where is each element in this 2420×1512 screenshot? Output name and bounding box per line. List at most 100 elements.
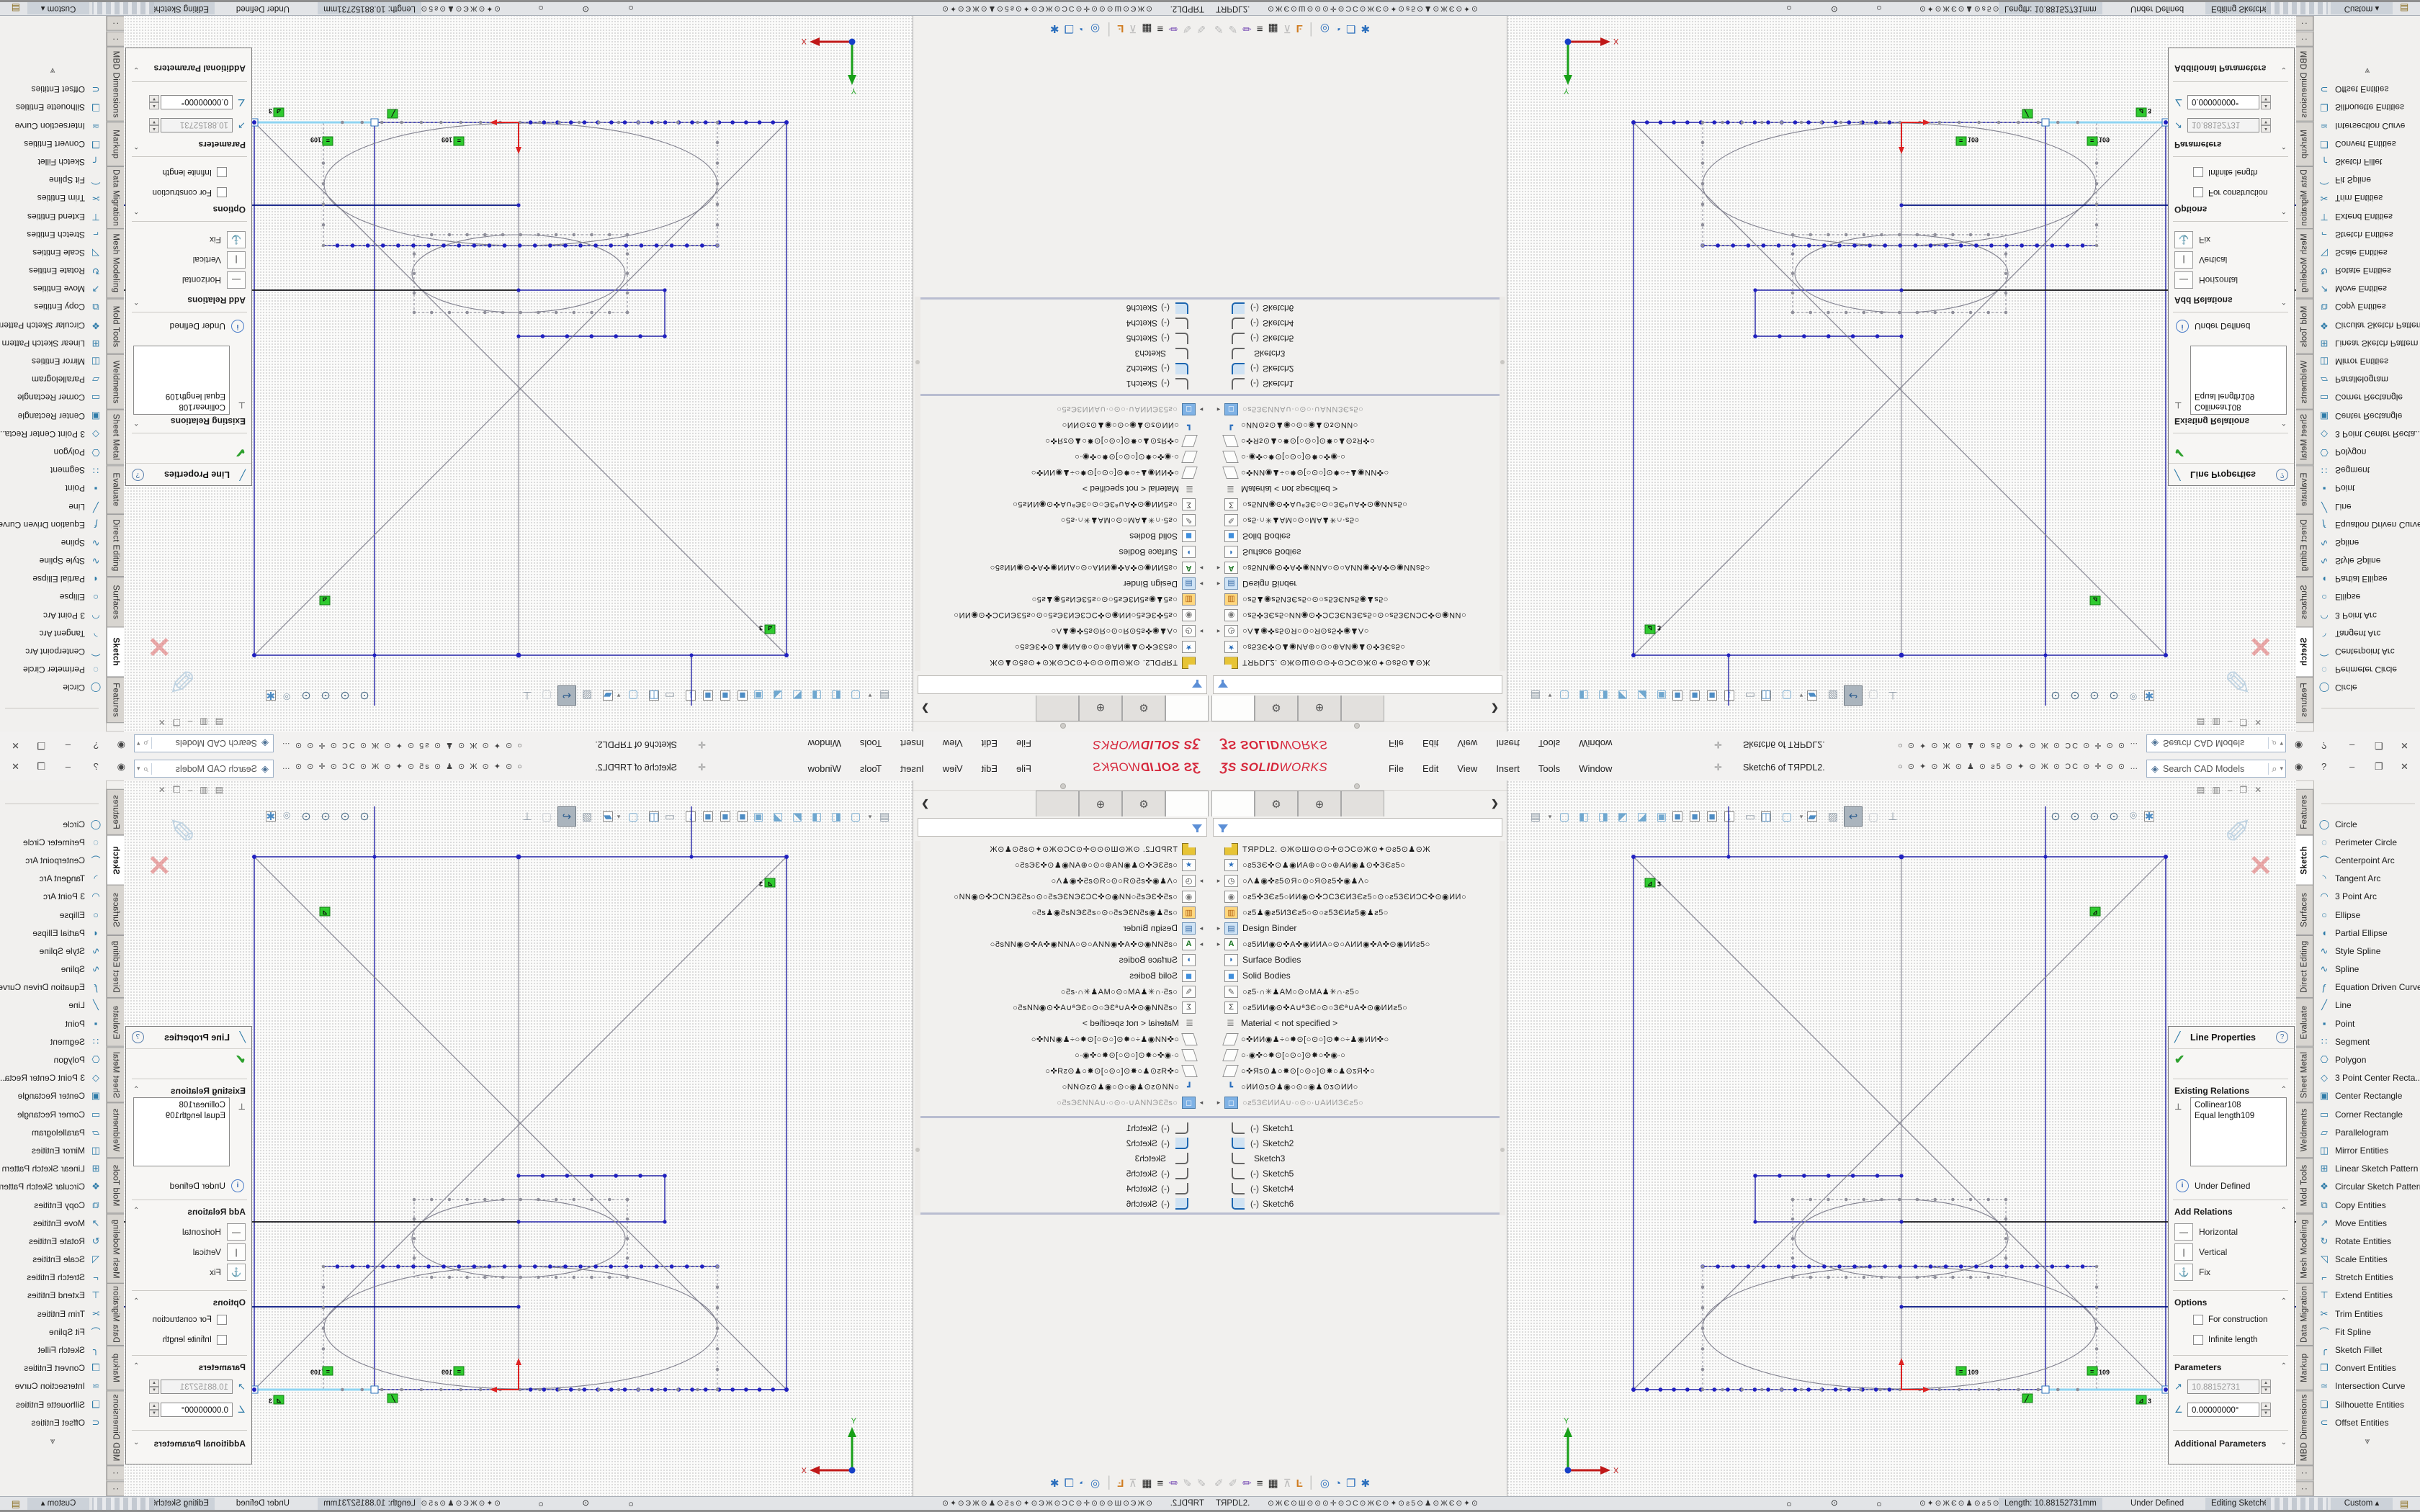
featuremanager-tab[interactable]: ⊕ <box>1298 791 1341 816</box>
line-format-icon[interactable]: ≡ <box>1157 1477 1164 1490</box>
sketch-tool-item[interactable]: ╱ Line <box>0 996 103 1014</box>
line-format-icon[interactable]: Ŀ <box>1117 23 1124 35</box>
sketch-tool-item[interactable]: ⌐ Stretch Entities <box>0 1269 103 1287</box>
sketch-construction-lines[interactable] <box>254 122 786 655</box>
line-format-icon[interactable]: ✐ <box>1183 22 1192 35</box>
relation-entry[interactable]: Collinear108 <box>138 1100 225 1111</box>
sketch-tool-item[interactable]: ↻ Rotate Entities <box>0 1232 103 1250</box>
tree-row[interactable]: ▸ ○ƨ5ИИ◉⊙✜A✜◉ИИA○⊙○AИИ◉✜A✜⊙◉ИИƨ5○ <box>922 936 1207 952</box>
close-button[interactable]: ✕ <box>2401 739 2408 751</box>
collapse-icon[interactable]: ⌃ <box>2281 207 2287 215</box>
user-account-icon[interactable]: ◉ <box>2295 739 2303 751</box>
existing-relations-header[interactable]: Existing Relations <box>171 416 246 426</box>
collapse-icon[interactable]: ⌃ <box>133 1297 139 1305</box>
commandmanager-tab[interactable]: Mesh Modeling <box>2296 1214 2313 1284</box>
sketch-tool-item[interactable]: ○ Ellipse <box>0 906 103 924</box>
sketch-tool-item[interactable]: ↗ Move Entities <box>2317 280 2420 298</box>
sketch-tree-row[interactable]: Sketch3 <box>922 346 1207 361</box>
sketch-tool-item[interactable]: ∿ Style Spline <box>2317 942 2420 960</box>
relation-badges[interactable]: ⊿ 3 ⊿ = 109 = 109 ╱ ⊿ 3 <box>269 878 775 1405</box>
tree-row[interactable]: ▸ Design Binder <box>1213 576 1498 592</box>
tree-row[interactable]: Solid Bodies <box>922 528 1207 544</box>
expand-arrow-icon[interactable]: ▸ <box>1196 924 1207 932</box>
sketch-tool-item[interactable]: ◌ Perimeter Circle <box>0 661 103 679</box>
sketch-tool-item[interactable]: ▱ Parallelogram <box>0 1123 103 1141</box>
sketch-tool-item[interactable]: ◌ Perimeter Circle <box>2317 833 2420 851</box>
line-format-icon[interactable]: ✐ <box>1196 22 1206 35</box>
sketch-tool-item[interactable]: ∷ Segment <box>0 1032 103 1050</box>
sketch-tool-item[interactable]: ⊤ Extend Entities <box>2317 1287 2420 1305</box>
commandmanager-tab[interactable]: Direct Editing <box>107 514 124 577</box>
checkbox[interactable] <box>217 1335 227 1345</box>
tree-row[interactable]: ○ƨ5∙∩✳♟AΜ○⊙○ΜA♟✳∩∙ƨ5○ <box>922 984 1207 999</box>
commandmanager-tab[interactable]: Surfaces <box>107 885 124 935</box>
tree-scrollbar[interactable] <box>915 841 920 1215</box>
expand-icon[interactable]: ⌄ <box>2281 66 2287 73</box>
tree-row[interactable]: ○ƨ5∙∩✳♟AΜ○⊙○ΜA♟✳∩∙ƨ5○ <box>922 513 1207 528</box>
collapse-icon[interactable]: ⌃ <box>2281 1207 2287 1215</box>
sketch-tool-item[interactable]: ◠ 3 Point Arc <box>2317 888 2420 906</box>
line-format-icon[interactable]: ◔ <box>1335 1477 1341 1490</box>
ok-button[interactable]: ✔ <box>236 1053 246 1067</box>
sketch-tree-row[interactable]: (-) Sketch6 <box>922 1196 1207 1211</box>
user-account-icon[interactable]: ◉ <box>117 761 125 773</box>
collapse-icon[interactable]: ⌃ <box>133 1362 139 1370</box>
sketch-blue-lines[interactable] <box>1634 122 2166 706</box>
add-relation-button[interactable]: — Horizontal <box>2174 1223 2282 1241</box>
commandmanager-tab[interactable]: Surfaces <box>107 577 124 627</box>
sketch-construction-lines[interactable] <box>254 857 786 1390</box>
pin-icon[interactable]: ✛ <box>698 762 706 773</box>
tree-row[interactable]: ▸ ○ƨ5ЗЄИИA∪∙○⊙○∙∪AИИЗЄƨ5○ <box>1213 1094 1498 1110</box>
option-row[interactable]: For construction <box>2193 1315 2267 1325</box>
line-format-icon[interactable]: ▦ <box>1268 1477 1278 1490</box>
option-row[interactable]: Infinite length <box>163 1335 227 1345</box>
add-relation-button[interactable]: — Horizontal <box>138 1223 246 1241</box>
line-format-icon[interactable]: ◔ <box>1335 23 1341 35</box>
parameter-field-row[interactable]: ↗ 10.88152731 ▲▼ <box>2174 117 2290 134</box>
sketch-tool-item[interactable]: ╱ Line <box>2317 498 2420 516</box>
parameter-field-row[interactable]: ∠ 0.00000000° ▲▼ <box>130 1401 246 1418</box>
sketch-tree-row[interactable]: (-) Sketch2 <box>922 361 1207 377</box>
parameter-field-row[interactable]: ∠ 0.00000000° ▲▼ <box>130 94 246 111</box>
featuremanager-tab[interactable]: ⊕ <box>1298 696 1341 721</box>
sketch-tool-item[interactable]: ◝ Tangent Arc <box>2317 624 2420 642</box>
tree-row[interactable]: Surface Bodies <box>922 544 1207 560</box>
line-format-icon[interactable]: ✱ <box>1361 22 1370 35</box>
commandmanager-tab[interactable]: Sheet Metal <box>2296 1047 2313 1102</box>
tree-row[interactable]: ○ƨ5ЗЄ✜⊙♟◉ИA⊕○⊙○⊕AИ◉♟⊙✜ЗЄƨ5○ <box>922 857 1207 873</box>
collapse-icon[interactable]: ⌃ <box>2281 297 2287 305</box>
tree-row[interactable]: ○∙◉✜○✸⊙[○⊙○]⊙✸○✜◉∙○ <box>1213 449 1498 465</box>
parameter-input[interactable]: 10.88152731 <box>161 1380 233 1394</box>
commandmanager-tab[interactable]: Sheet Metal <box>107 1047 124 1102</box>
expand-icon[interactable]: ⌄ <box>133 1439 139 1446</box>
tree-row[interactable]: ▸ ○Λ♟◉✜ƨ5⊙Я○⊙○Я⊙ƨ5✜◉♟Λ○ <box>1213 624 1498 639</box>
add-relation-button[interactable]: — Horizontal <box>2174 271 2282 289</box>
search-input[interactable]: Search CAD Models <box>152 739 257 749</box>
sketch-tool-item[interactable]: ◌ Perimeter Circle <box>2317 661 2420 679</box>
sketch-blue-lines[interactable] <box>254 122 786 706</box>
panel-splitter[interactable] <box>915 1212 1210 1215</box>
sketch-tool-item[interactable]: ∿ Spline <box>0 534 103 552</box>
sketch-tool-item[interactable]: ◝ Tangent Arc <box>2317 870 2420 888</box>
commandmanager-tab[interactable]: Direct Editing <box>2296 935 2313 998</box>
menu-item[interactable]: Insert <box>900 739 924 750</box>
selected-endpoint-handle[interactable] <box>371 119 378 126</box>
tree-row[interactable]: ▸ ○ƨ5ЗЄИИA∪∙○⊙○∙∪AИИЗЄƨ5○ <box>922 402 1207 418</box>
sketch-tool-item[interactable]: ◖ Partial Ellipse <box>0 570 103 588</box>
restore-button[interactable]: ❐ <box>2375 761 2383 773</box>
spinner-control[interactable]: ▲▼ <box>2261 1403 2271 1417</box>
help-icon[interactable]: ? <box>132 469 144 481</box>
panel-grip[interactable] <box>913 721 1210 732</box>
line-format-icon[interactable]: ⊼ <box>1283 1477 1291 1490</box>
search-box[interactable]: ◈ Search CAD Models ⌕ ▾ <box>2146 734 2286 752</box>
sketch-tree-row[interactable]: (-) Sketch1 <box>1213 1120 1498 1135</box>
search-box[interactable]: ◈ Search CAD Models ⌕ ▾ <box>134 760 274 778</box>
checkbox[interactable] <box>2193 1315 2203 1325</box>
featuremanager-tab[interactable]: ⚙ <box>1255 791 1298 816</box>
help-icon[interactable]: ? <box>2321 740 2326 751</box>
tree-row[interactable]: ○ИИ⊙ƽ⊙♟◉○⊙○◉♟⊙ƽ⊙ИИ○ <box>922 418 1207 433</box>
featuremanager-tab[interactable] <box>1211 696 1255 721</box>
line-format-icon[interactable]: Ŀ <box>1296 23 1303 35</box>
sketch-tool-item[interactable]: ◠ 3 Point Arc <box>0 888 103 906</box>
more-tools-chevron-icon[interactable]: ⩔ <box>0 1436 106 1446</box>
